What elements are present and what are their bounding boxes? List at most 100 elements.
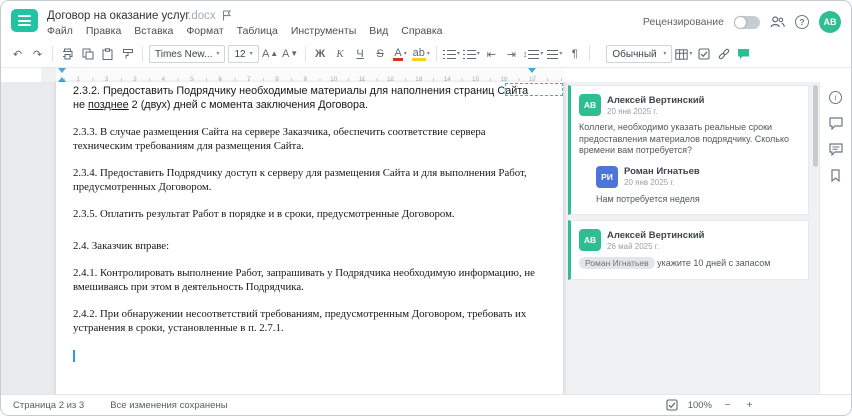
insert-table-button[interactable]: ▾ — [675, 45, 692, 64]
comment-header: АВ Алексей Вертинский 20 янв 2025 г. — [579, 94, 800, 116]
comment-date: 20 янв 2025 г. — [607, 106, 658, 116]
collaborators-icon[interactable] — [770, 16, 785, 28]
menu-table[interactable]: Таблица — [237, 25, 278, 37]
menu-help[interactable]: Справка — [401, 25, 442, 37]
spellcheck-icon[interactable] — [666, 399, 679, 412]
bold-button[interactable]: Ж — [312, 45, 329, 64]
print-button[interactable] — [59, 45, 76, 64]
about-icon[interactable]: i — [828, 89, 844, 105]
review-mode-label: Рецензирование — [642, 16, 724, 28]
comments-panel-icon[interactable] — [828, 115, 844, 131]
horizontal-ruler-row: 1234567891011121314151617 — [1, 68, 851, 83]
highlight-color-button[interactable]: ab ▾ — [411, 45, 430, 64]
copy-button[interactable] — [79, 45, 96, 64]
toolbar-divider — [142, 46, 143, 62]
menu-format[interactable]: Формат — [186, 25, 223, 37]
add-comment-button[interactable] — [735, 45, 752, 64]
tab-selector-box[interactable] — [41, 68, 56, 82]
comment-text: Роман Игнатьев укажите 10 дней с запасом — [579, 257, 800, 270]
increase-font-button[interactable]: А ▲ — [262, 45, 279, 64]
comment-thread[interactable]: АВ Алексей Вертинский 26 май 2025 г. Ром… — [568, 220, 809, 280]
underline-button[interactable]: Ч — [352, 45, 369, 64]
status-bar: Страница 2 из 3 Все изменения сохранены … — [1, 394, 851, 415]
paragraph: 2.3.3. В случае размещения Сайта на серв… — [73, 126, 486, 152]
right-indent-marker[interactable] — [528, 68, 536, 73]
menu-insert[interactable]: Вставка — [134, 25, 173, 37]
ruler-ticks — [64, 78, 563, 81]
toolbar-divider — [589, 46, 591, 62]
comment-reply[interactable]: РИ Роман Игнатьев 20 янв 2025 г. Нам пот… — [596, 165, 800, 206]
zoom-out-button[interactable]: − — [721, 399, 734, 412]
vertical-scrollbar[interactable] — [811, 82, 819, 394]
menu-tools[interactable]: Инструменты — [291, 25, 356, 37]
strikethrough-button[interactable]: S — [372, 45, 389, 64]
app-window: Договор на оказание услуг.docx Файл Прав… — [0, 0, 852, 416]
paragraph: 2.3.2. Предоставить Подрядчику необходим… — [73, 85, 529, 111]
document-title-bar: Договор на оказание услуг.docx — [47, 8, 231, 22]
horizontal-ruler[interactable]: 1234567891011121314151617 — [56, 68, 563, 83]
paragraph: 2.4. Заказчик вправе: — [73, 239, 170, 252]
navigation-bookmark-icon[interactable] — [828, 167, 844, 183]
header: Договор на оказание услуг.docx Файл Прав… — [1, 1, 851, 41]
checkbox-form-button[interactable] — [695, 45, 712, 64]
comment-author: Алексей Вертинский — [607, 229, 705, 241]
menu-edit[interactable]: Правка — [86, 25, 121, 37]
nonprinting-chars-button[interactable]: ¶ — [566, 45, 583, 64]
chat-icon[interactable] — [828, 141, 844, 157]
document-page[interactable]: 2.3.2. Предоставить Подрядчику необходим… — [56, 82, 563, 394]
paragraph: 2.3.4. Предоставить Подрядчику доступ к … — [73, 167, 527, 193]
header-right-controls: Рецензирование ? АВ — [643, 10, 841, 34]
redo-button[interactable]: ↷ — [29, 45, 46, 64]
zoom-in-button[interactable]: + — [743, 399, 756, 412]
comment-author: Роман Игнатьев — [624, 166, 700, 177]
help-icon[interactable]: ? — [795, 15, 809, 29]
user-avatar[interactable]: АВ — [819, 11, 841, 33]
menubar: Файл Правка Вставка Формат Таблица Инстр… — [47, 25, 443, 37]
decrease-indent-button[interactable]: ⇤ — [483, 45, 500, 64]
comment-header: РИ Роман Игнатьев 20 янв 2025 г. — [596, 165, 800, 188]
comment-text: Нам потребуется неделя — [596, 193, 700, 204]
paragraph-style-select[interactable]: Обычный ▾ — [606, 45, 673, 63]
paragraph: 2.3.5. Оплатить результат Работ в порядк… — [73, 208, 455, 220]
comment-author: Алексей Вертинский — [607, 94, 705, 106]
save-status: Все изменения сохранены — [110, 399, 228, 411]
text-cursor — [73, 349, 75, 362]
font-family-select[interactable]: Times New... ▾ — [149, 45, 226, 63]
comment-thread-active[interactable]: АВ Алексей Вертинский 20 янв 2025 г. Кол… — [568, 85, 809, 215]
cursor-line — [73, 349, 535, 363]
undo-button[interactable]: ↶ — [9, 45, 26, 64]
first-line-indent-marker[interactable] — [58, 68, 66, 73]
line-spacing-button[interactable]: ↕ ▾ — [523, 45, 544, 64]
mention-chip: Роман Игнатьев — [579, 257, 655, 269]
favorite-flag-icon[interactable] — [222, 9, 231, 21]
font-size-select[interactable]: 12 ▾ — [228, 45, 259, 63]
increase-indent-button[interactable]: ⇥ — [503, 45, 520, 64]
review-toggle[interactable] — [734, 15, 760, 29]
page-indicator[interactable]: Страница 2 из 3 — [13, 400, 84, 411]
comment-avatar: АВ — [579, 94, 601, 116]
numbered-list-button[interactable]: ▾ — [462, 45, 480, 64]
paste-button[interactable] — [99, 45, 116, 64]
align-justify-button[interactable]: ▾ — [546, 45, 563, 64]
right-sidebar: i — [819, 82, 851, 394]
scrollbar-thumb[interactable] — [812, 85, 818, 167]
app-logo-menu-icon[interactable] — [11, 9, 38, 32]
document-title: Договор на оказание услуг.docx — [47, 10, 216, 22]
comments-panel: АВ Алексей Вертинский 20 янв 2025 г. Кол… — [567, 82, 811, 394]
font-color-button[interactable]: A ▾ — [392, 45, 409, 64]
italic-button[interactable]: К — [332, 45, 349, 64]
comment-text: Коллеги, необходимо указать реальные сро… — [579, 122, 790, 155]
paragraph: 2.4.1. Контролировать выполнение Работ, … — [73, 267, 535, 293]
zoom-level[interactable]: 100% — [688, 400, 712, 411]
paragraph: 2.4.2. При обнаружении несоответствий тр… — [73, 308, 527, 334]
toolbar-divider — [435, 46, 437, 62]
menu-file[interactable]: Файл — [47, 25, 73, 37]
decrease-font-button[interactable]: А ▼ — [282, 45, 299, 64]
bullet-list-button[interactable]: ▾ — [442, 45, 460, 64]
menu-view[interactable]: Вид — [369, 25, 388, 37]
toolbar: ↶ ↷ Times New... ▾ 12 ▾ А ▲ А ▼ Ж К Ч S A ▾ a… — [1, 41, 851, 68]
comment-anchor-outline — [505, 83, 563, 96]
toolbar-divider — [52, 46, 53, 62]
insert-link-button[interactable] — [715, 45, 732, 64]
copy-style-button[interactable] — [119, 45, 136, 64]
